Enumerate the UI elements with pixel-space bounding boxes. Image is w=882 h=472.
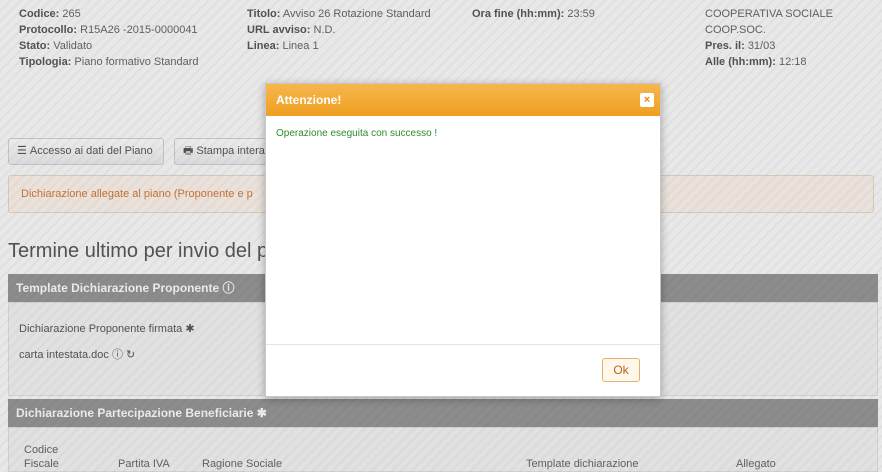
ok-button[interactable]: Ok	[602, 358, 640, 382]
dialog-header: Attenzione! ×	[266, 84, 660, 116]
dialog-title: Attenzione!	[276, 93, 342, 107]
close-icon[interactable]: ×	[640, 93, 654, 107]
dialog-footer: Ok	[266, 344, 660, 396]
alert-dialog: Attenzione! × Operazione eseguita con su…	[265, 83, 661, 397]
dialog-message: Operazione eseguita con successo !	[276, 128, 438, 139]
